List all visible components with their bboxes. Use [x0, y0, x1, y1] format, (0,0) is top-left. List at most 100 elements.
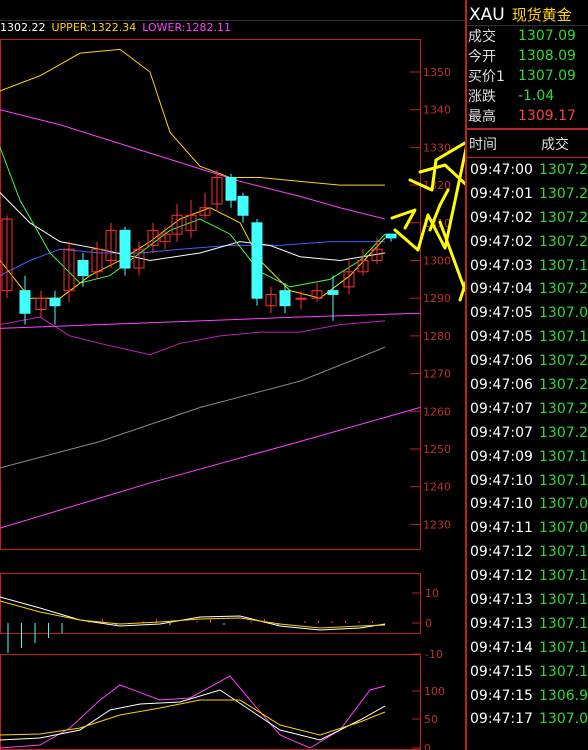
trade-price: 1307.0: [539, 305, 588, 322]
kdj-d-line: [0, 699, 386, 736]
quote-value: 1308.09: [518, 48, 576, 64]
candle-body: [77, 260, 89, 277]
quote-value: -1.04: [518, 88, 555, 104]
kdj-tick-label: 0: [424, 742, 431, 750]
quote-row: 成交 1307.09: [467, 26, 588, 46]
trade-row[interactable]: 09:47:12 1307.1: [467, 540, 588, 564]
kdj-frame: [0, 654, 421, 750]
price-tick-label: 1300: [423, 255, 451, 268]
trend-line-upper: [0, 109, 386, 220]
macd-tick-label: 0: [425, 617, 432, 630]
trade-row[interactable]: 09:47:00 1307.2: [467, 158, 588, 182]
trade-price: 1307.2: [539, 209, 588, 226]
price-tick-label: 1280: [423, 330, 451, 343]
trade-price: 1307.1: [539, 257, 588, 274]
legend-mid: 1302.22: [0, 21, 46, 34]
trade-row[interactable]: 09:47:14 1307.1: [467, 636, 588, 660]
trade-row[interactable]: 09:47:06 1307.2: [467, 373, 588, 397]
trade-row[interactable]: 09:47:15 1307.1: [467, 660, 588, 684]
candle-body: [119, 229, 131, 269]
instrument-name: 现货黄金: [511, 6, 572, 24]
trade-row[interactable]: 09:47:17 1307.0: [467, 707, 588, 731]
candle-body: [251, 222, 263, 299]
trade-price: 1307.2: [539, 233, 588, 250]
trade-price: 1307.0: [539, 520, 588, 537]
macd-tick-label: -10: [425, 648, 443, 661]
trade-time: 09:47:05: [470, 329, 533, 346]
quote-label: 涨跌: [468, 89, 496, 105]
trade-time: 09:47:17: [470, 711, 533, 728]
price-tick-label: 1230: [423, 518, 451, 531]
trade-time: 09:47:02: [470, 209, 533, 226]
quote-row: 涨跌 -1.04: [467, 86, 588, 106]
trade-row[interactable]: 09:47:15 1306.9: [467, 684, 588, 708]
trade-time: 09:47:11: [470, 520, 533, 537]
trade-row[interactable]: 09:47:02 1307.2: [467, 230, 588, 254]
macd-tick-label: 10: [425, 587, 439, 600]
kdj-tick-label: 100: [424, 685, 445, 698]
trade-row[interactable]: 09:47:13 1307.1: [467, 588, 588, 612]
ma-blue-line: [0, 241, 385, 277]
trade-row[interactable]: 09:47:12 1307.1: [467, 564, 588, 588]
trade-price: 1307.1: [539, 568, 588, 585]
trade-time: 09:47:01: [470, 185, 533, 202]
trade-row[interactable]: 09:47:02 1307.2: [467, 206, 588, 230]
price-tick-label: 1340: [423, 104, 451, 117]
chart-canvas: 1350134013301320131013001290128012701260…: [0, 20, 466, 750]
trades-time-header: 时间: [469, 136, 497, 153]
quote-label: 最高: [468, 109, 496, 125]
trade-price: 1307.1: [539, 615, 588, 632]
quote-row: 买价1 1307.09: [467, 66, 588, 86]
candlestick-chart[interactable]: 1350 1340 1330 1320 1310 1300 1290 1280 1270 1260…: [0, 0, 466, 750]
trade-row[interactable]: 09:47:04 1307.2: [467, 277, 588, 301]
trade-price: 1307.1: [539, 639, 588, 656]
trade-time: 09:47:04: [470, 281, 533, 298]
kdj-tick-label: 50: [424, 713, 438, 726]
legend-lower: LOWER:1282.11: [142, 21, 232, 34]
trade-price: 1307.2: [539, 353, 588, 370]
trade-row[interactable]: 09:47:11 1307.0: [467, 516, 588, 540]
legend-upper: UPPER:1322.34: [51, 21, 137, 34]
trade-price: 1307.2: [539, 376, 588, 393]
price-tick-label: 1250: [423, 443, 451, 456]
trade-time: 09:47:15: [470, 687, 533, 704]
trade-price: 1307.1: [539, 544, 588, 561]
trade-price: 1307.2: [539, 185, 588, 202]
trade-price: 1307.2: [539, 400, 588, 417]
trade-price: 1306.9: [539, 687, 588, 704]
trades-header: 时间 成交: [467, 128, 588, 158]
trade-time: 09:47:12: [470, 544, 533, 561]
trade-time: 09:47:10: [470, 496, 533, 513]
trade-time: 09:47:07: [470, 400, 533, 417]
trade-row[interactable]: 09:47:07 1307.2: [467, 397, 588, 421]
symbol: XAU: [469, 5, 505, 25]
macd-line: [0, 596, 386, 631]
trade-row[interactable]: 09:47:06 1307.2: [467, 349, 588, 373]
trade-row[interactable]: 09:47:09 1307.1: [467, 445, 588, 469]
ma-green-line: [0, 147, 386, 288]
trade-time: 09:47:13: [470, 591, 533, 608]
trade-row[interactable]: 09:47:01 1307.2: [467, 182, 588, 206]
annotation-arrow: [390, 208, 417, 230]
candle-body: [295, 297, 307, 300]
candle-body: [327, 290, 339, 295]
trade-row[interactable]: 09:47:10 1307.0: [467, 492, 588, 516]
trade-row[interactable]: 09:47:13 1307.1: [467, 612, 588, 636]
trade-price: 1307.1: [539, 329, 588, 346]
trade-row[interactable]: 09:47:07 1307.2: [467, 421, 588, 445]
trade-time: 09:47:07: [470, 424, 533, 441]
trade-row[interactable]: 09:47:05 1307.1: [467, 325, 588, 349]
quote-panel: XAU 现货黄金 成交 1307.09 今开 1308.09 买价1 1307.09 涨跌 -…: [465, 0, 588, 750]
trade-time: 09:47:10: [470, 472, 533, 489]
indicator-legend: 1302.22 UPPER:1322.34 LOWER:1282.11: [0, 21, 237, 34]
price-tick-label: 1350: [423, 66, 451, 79]
trade-time: 09:47:00: [470, 161, 533, 178]
quote-row: 今开 1308.09: [467, 46, 588, 66]
trade-time: 09:47:12: [470, 568, 533, 585]
trade-row[interactable]: 09:47:05 1307.0: [467, 301, 588, 325]
trade-list[interactable]: 09:47:00 1307.2 09:47:01 1307.2 09:47:02 1307…: [467, 158, 588, 731]
trade-row[interactable]: 09:47:03 1307.1: [467, 254, 588, 278]
quote-value: 1309.17: [518, 108, 576, 124]
trade-row[interactable]: 09:47:10 1307.1: [467, 469, 588, 493]
trade-time: 09:47:06: [470, 376, 533, 393]
